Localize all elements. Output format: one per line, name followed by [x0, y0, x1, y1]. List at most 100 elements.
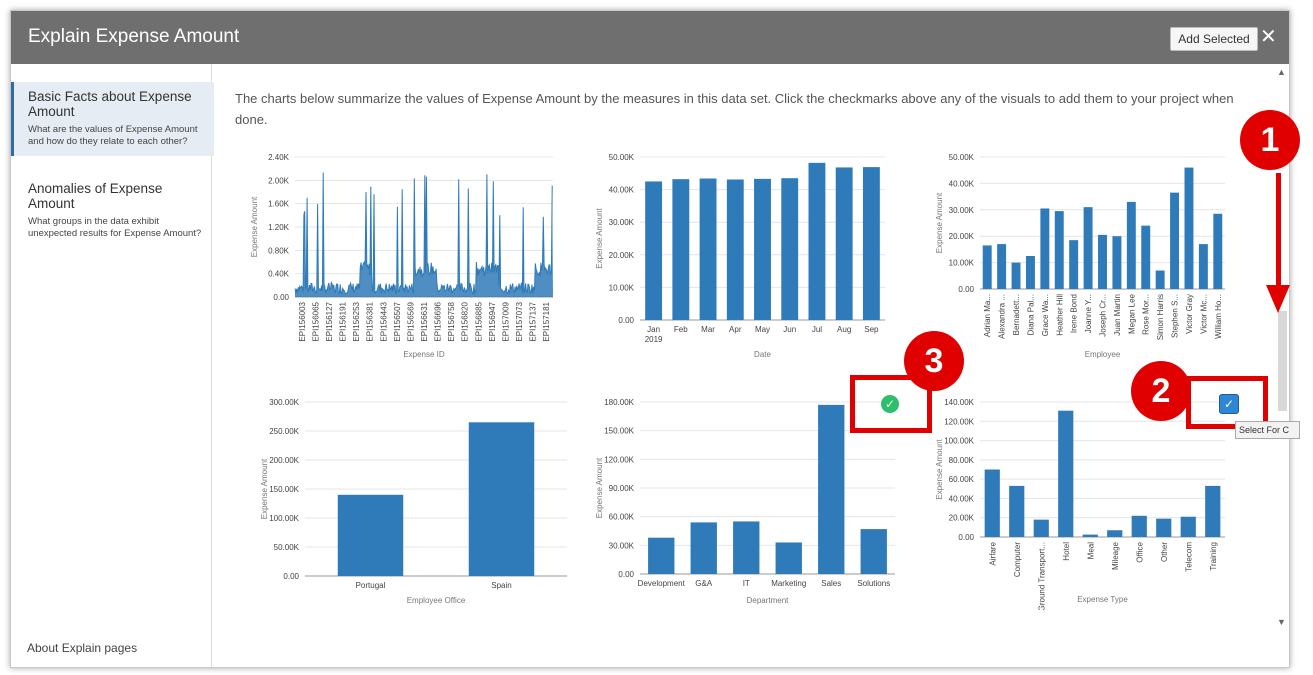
x-tick-label: May — [755, 325, 770, 334]
y-axis-label: Expense Amount — [250, 196, 259, 257]
x-tick-label: IT — [743, 579, 750, 588]
x-tick-label: William Ho... — [1214, 294, 1223, 339]
bar — [818, 404, 845, 574]
x-axis-label: Employee — [1085, 350, 1121, 359]
x-tick-label: EPI156885 — [474, 301, 483, 341]
bar — [1107, 530, 1123, 537]
y-tick-label: 30.00K — [609, 218, 635, 227]
close-icon[interactable]: ✕ — [1260, 25, 1277, 49]
scrollbar-thumb[interactable] — [1278, 311, 1287, 411]
y-tick-label: 50.00K — [274, 543, 300, 552]
chart-date: 0.00 10.00K 20.00K 30.00K 40.00K 50.00K Expens… — [585, 145, 895, 365]
x-tick-label: EPI157009 — [501, 301, 510, 341]
bar — [808, 162, 826, 320]
bar — [862, 167, 880, 320]
bar — [997, 244, 1007, 289]
y-tick-label: 180.00K — [604, 398, 634, 407]
bar — [982, 245, 992, 289]
bar — [648, 537, 675, 574]
y-tick-label: 0.00 — [618, 316, 634, 325]
x-tick-label: EPI156820 — [461, 301, 470, 341]
chart-expense-id: 0.00 0.40K 0.80K 1.20K 1.60K 2.00K 2.40K Expens… — [240, 145, 560, 365]
bar — [1131, 515, 1147, 537]
x-tick-label: Solutions — [857, 579, 890, 588]
x-tick-label: Stephen S... — [1171, 294, 1180, 338]
chart-svg: 0.00 10.00K 20.00K 30.00K 40.00K 50.00K Expens… — [595, 153, 885, 359]
bar — [1126, 201, 1136, 289]
bar — [1141, 225, 1151, 289]
x-axis-label: Date — [754, 350, 771, 359]
x-tick-label: Sales — [821, 579, 841, 588]
y-tick-label: 150.00K — [269, 485, 299, 494]
x-tick-label: Victor Mc... — [1199, 294, 1208, 334]
bar — [699, 178, 717, 320]
about-explain-link[interactable]: About Explain pages — [27, 641, 137, 655]
bar — [1011, 262, 1021, 289]
x-tick-label: Portugal — [356, 581, 386, 590]
y-axis-label: Expense Amount — [935, 438, 944, 499]
bar — [1155, 270, 1165, 289]
intro-text: The charts below summarize the values of… — [235, 91, 1234, 127]
x-tick-label: EPI156065 — [311, 301, 320, 341]
x-axis-label: Department — [747, 596, 790, 605]
scroll-down-icon[interactable]: ▼ — [1277, 617, 1286, 627]
selected-checkmark-icon[interactable]: ✓ — [881, 395, 899, 413]
y-tick-label: 1.20K — [268, 223, 290, 232]
y-tick-label: 300.00K — [269, 398, 299, 407]
y-tick-label: 10.00K — [949, 259, 975, 268]
x-tick-label: EPI157137 — [529, 301, 538, 341]
chart-svg: 0.00 10.00K 20.00K 30.00K 40.00K 50.00K Expens… — [935, 153, 1225, 359]
x-tick-label: Simon Harris — [1156, 294, 1165, 340]
x-tick-label: Computer — [1013, 542, 1022, 577]
bar — [726, 179, 744, 320]
scroll-up-icon[interactable]: ▲ — [1277, 67, 1286, 77]
y-tick-label: 2.00K — [268, 176, 290, 185]
y-axis-label: Expense Amount — [935, 192, 944, 253]
y-tick-label: 20.00K — [949, 514, 975, 523]
chart-svg: 0.00 0.40K 0.80K 1.20K 1.60K 2.00K 2.40K Expens… — [250, 153, 553, 359]
x-tick-label: Spain — [491, 581, 511, 590]
step-badge-1: 1 — [1240, 110, 1300, 170]
y-tick-label: 30.00K — [609, 541, 635, 550]
x-tick-label: Telecom — [1184, 542, 1193, 572]
y-tick-label: 200.00K — [269, 456, 299, 465]
sidebar-item-basic-facts[interactable]: Basic Facts about Expense Amount What ar… — [11, 82, 214, 156]
x-tick-label: Alexandra ... — [998, 294, 1007, 339]
x-tick-label: Jan — [647, 325, 660, 334]
bar — [775, 542, 802, 574]
add-selected-button[interactable]: Add Selected — [1170, 27, 1258, 51]
x-tick-label: Irene Bond — [1070, 294, 1079, 333]
x-sublabel: 2019 — [645, 335, 663, 344]
select-checkmark-icon[interactable]: ✓ — [1219, 394, 1239, 414]
x-tick-label: Jul — [812, 325, 822, 334]
y-tick-label: 20.00K — [609, 251, 635, 260]
bar — [690, 522, 717, 574]
x-tick-label: Victor Gray — [1185, 294, 1194, 334]
bar — [835, 167, 853, 320]
x-tick-label: Joanne Y... — [1084, 294, 1093, 333]
y-tick-label: 100.00K — [944, 437, 974, 446]
y-tick-label: 0.00 — [273, 293, 289, 302]
sidebar-item-anomalies[interactable]: Anomalies of Expense Amount What groups … — [11, 181, 211, 241]
bar — [1180, 516, 1196, 537]
y-tick-label: 10.00K — [609, 283, 635, 292]
y-axis-label: Expense Amount — [260, 458, 269, 519]
bar — [672, 179, 690, 320]
y-tick-label: 140.00K — [944, 398, 974, 407]
x-tick-label: Hotel — [1062, 542, 1071, 561]
sidebar-item-title: Anomalies of Expense Amount — [28, 181, 163, 211]
y-tick-label: 2.40K — [268, 153, 290, 162]
bar — [1098, 234, 1107, 289]
y-tick-label: 40.00K — [949, 494, 975, 503]
bar — [733, 521, 760, 574]
bar — [468, 422, 535, 576]
x-axis-label: Employee Office — [407, 596, 466, 605]
y-tick-label: 50.00K — [949, 153, 975, 162]
x-tick-label: Juan Martin — [1113, 294, 1122, 336]
bar — [754, 178, 771, 320]
x-tick-label: Aug — [837, 325, 851, 334]
x-tick-label: Development — [638, 579, 686, 588]
x-tick-label: Joseph Cr... — [1099, 294, 1108, 337]
y-tick-label: 30.00K — [949, 206, 975, 215]
x-tick-label: EPI156758 — [447, 301, 456, 341]
